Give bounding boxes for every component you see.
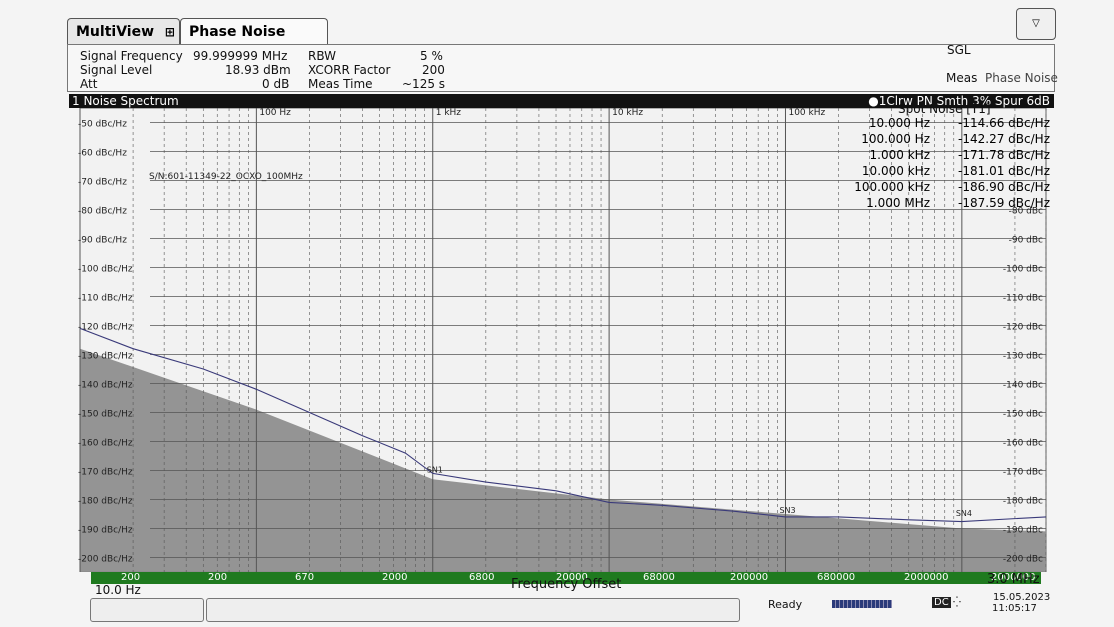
tab-multiview-label: MultiView (76, 24, 155, 40)
bottom-bar-label: 680000 (817, 572, 856, 583)
start-frequency: 10.0 Hz (95, 583, 141, 597)
stop-frequency: 3.0 MHz (987, 572, 1040, 587)
decade-label: 1 kHz (436, 108, 462, 118)
rbw-label: RBW (308, 49, 337, 63)
y-tick-label-left: -190 dBc/Hz (78, 526, 133, 536)
status-message-area (206, 598, 740, 622)
spot-noise-value: -187.59 dBc/Hz (958, 196, 1050, 210)
y-tick-label-left: -80 dBc/Hz (78, 207, 127, 217)
y-tick-label-left: -160 dBc/Hz (78, 439, 133, 449)
signal-level-value: 18.93 dBm (225, 63, 291, 77)
y-tick-label-left: -150 dBc/Hz (78, 410, 133, 420)
signal-level-label: Signal Level (80, 63, 153, 77)
tab-phase-noise-label: Phase Noise (189, 24, 286, 40)
meas-time-label: Meas Time (308, 77, 373, 91)
y-tick-label-right: -100 dBc (1003, 265, 1043, 275)
spot-marker-label: SN3 (779, 506, 795, 515)
status-date: 15.05.2023 (993, 592, 1051, 603)
y-tick-label-left: -50 dBc/Hz (78, 120, 127, 130)
y-tick-label-left: -90 dBc/Hz (78, 236, 127, 246)
bottom-bar-label: 670 (295, 572, 315, 583)
toolbar-dropdown-button[interactable]: ▽ (1016, 8, 1056, 40)
y-tick-label-left: -170 dBc/Hz (78, 468, 133, 478)
bottom-bar-label: 2000000 (904, 572, 949, 583)
bottom-bar-label: 68000 (643, 572, 675, 583)
x-axis-label: Frequency Offset (511, 577, 622, 592)
decade-label: 10 kHz (612, 108, 643, 118)
spot-noise-frequency: 1.000 MHz (866, 196, 930, 210)
spot-marker-label: SN1 (427, 465, 443, 474)
y-tick-label-right: -180 dBc (1003, 497, 1043, 507)
spot-noise-row: 10.000 Hz -114.66 dBc/Hz (840, 116, 1054, 132)
spot-noise-value: -142.27 dBc/Hz (958, 132, 1050, 146)
bottom-bar-label: 2000 (382, 572, 408, 583)
y-tick-label-left: -70 dBc/Hz (78, 178, 127, 188)
rbw-value: 5 % (420, 49, 443, 63)
att-value: 0 dB (262, 77, 290, 91)
xcorr-label: XCORR Factor (308, 63, 391, 77)
spot-noise-frequency: 1.000 kHz (869, 148, 930, 162)
spot-noise-row: 100.000 Hz -142.27 dBc/Hz (840, 132, 1054, 148)
spot-noise-value: -186.90 dBc/Hz (958, 180, 1050, 194)
chevron-down-icon: ▽ (1032, 18, 1040, 29)
grid-icon: ⊞ (164, 25, 175, 39)
y-tick-label-right: -160 dBc (1003, 439, 1043, 449)
plot-title: 1 Noise Spectrum (72, 94, 179, 108)
bottom-bar-label: 200 (208, 572, 228, 583)
y-tick-label-left: -180 dBc/Hz (78, 497, 133, 507)
y-tick-label-left: -140 dBc/Hz (78, 381, 133, 391)
spot-noise-row: 1.000 kHz -171.78 dBc/Hz (840, 148, 1054, 164)
decade-label: 100 Hz (259, 108, 291, 118)
trace-annotation: S/N:601-11349-22_OCXO_100MHz (149, 172, 303, 182)
y-tick-label-left: -60 dBc/Hz (78, 149, 127, 159)
signal-frequency-value: 99.999999 MHz (193, 49, 288, 63)
decade-label: 100 kHz (788, 108, 825, 118)
bottom-bar-label: 6800 (469, 572, 495, 583)
xcorr-value: 200 (422, 63, 445, 77)
y-tick-label-right: -190 dBc (1003, 526, 1043, 536)
y-tick-label-left: -130 dBc/Hz (78, 352, 133, 362)
tab-multiview[interactable]: MultiView ⊞ (67, 18, 180, 44)
signal-frequency-label: Signal Frequency (80, 49, 183, 63)
status-time: 11:05:17 (992, 603, 1037, 614)
progress-bar (832, 600, 892, 608)
meas-label: Meas (946, 71, 978, 85)
y-tick-label-right: -120 dBc (1003, 323, 1043, 333)
bottom-bar-label: 200000 (730, 572, 769, 583)
spot-noise-frequency: 100.000 Hz (861, 132, 930, 146)
dc-badge: DC (932, 597, 951, 608)
y-tick-label-right: -200 dBc (1003, 555, 1043, 565)
spot-marker-label: SN4 (956, 509, 972, 518)
y-tick-label-left: -110 dBc/Hz (78, 294, 133, 304)
sgl-indicator: SGL (947, 43, 971, 57)
y-tick-label-right: -140 dBc (1003, 381, 1043, 391)
y-tick-label-left: -100 dBc/Hz (78, 265, 133, 275)
spot-noise-row: 10.000 kHz -181.01 dBc/Hz (840, 164, 1054, 180)
meas-time-value: ~125 s (402, 77, 446, 91)
att-label: Att (80, 77, 98, 91)
spot-noise-frequency: 10.000 kHz (861, 164, 930, 178)
softkey-left[interactable] (90, 598, 204, 622)
tab-phase-noise[interactable]: Phase Noise (180, 18, 328, 45)
spot-noise-value: -181.01 dBc/Hz (958, 164, 1050, 178)
spot-noise-title: Spot Noise [T1] (898, 102, 991, 116)
y-tick-label-right: -110 dBc (1003, 294, 1043, 304)
spot-noise-frequency: 10.000 Hz (868, 116, 930, 130)
spot-noise-row: 100.000 kHz -186.90 dBc/Hz (840, 180, 1054, 196)
y-tick-label-right: -130 dBc (1003, 352, 1043, 362)
y-tick-label-right: -170 dBc (1003, 468, 1043, 478)
spot-noise-value: -114.66 dBc/Hz (958, 116, 1050, 130)
spot-noise-row: 1.000 MHz -187.59 dBc/Hz (840, 196, 1054, 212)
y-tick-label-right: -150 dBc (1003, 410, 1043, 420)
spot-noise-value: -171.78 dBc/Hz (958, 148, 1050, 162)
spot-noise-frequency: 100.000 kHz (854, 180, 930, 194)
y-tick-label-left: -200 dBc/Hz (78, 555, 133, 565)
meas-value: Phase Noise (985, 71, 1058, 85)
y-tick-label-right: -90 dBc (1009, 236, 1043, 246)
signal-icon: ⁛ (953, 597, 961, 608)
status-ready: Ready (768, 598, 803, 611)
spot-noise-table: Spot Noise [T1] 10.000 Hz -114.66 dBc/Hz 1… (840, 102, 1054, 212)
